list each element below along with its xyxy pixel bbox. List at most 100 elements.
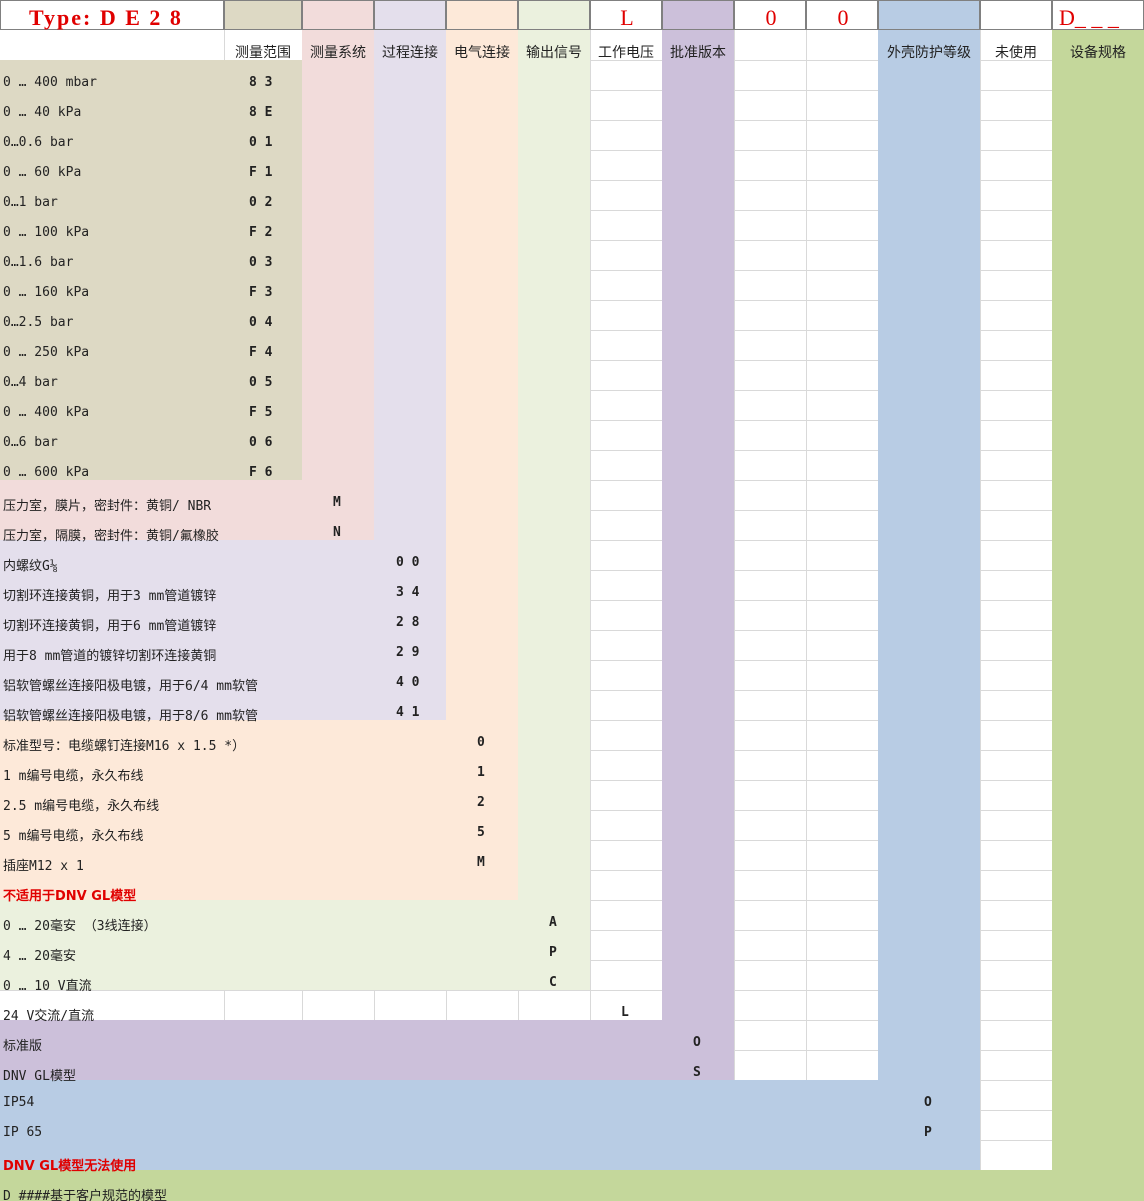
row-label: 5 m编号电缆，永久布线 (3, 829, 144, 844)
row-label: 1 m编号电缆，永久布线 (3, 769, 144, 784)
row-label: D ####基于客户规范的模型 (3, 1189, 167, 1201)
row-label: 0 … 60 kPa (3, 165, 82, 180)
option-code: F 3 (249, 285, 273, 300)
row-label: DNV GL模型 (3, 1069, 76, 1084)
header-code-D: D_ _ _ (1059, 5, 1119, 30)
option-code: 0 2 (249, 195, 273, 210)
header-code-0a: 0 (765, 5, 777, 30)
header-version-cell[interactable] (662, 0, 734, 30)
option-code: 0 4 (249, 315, 273, 330)
row-label: 铝软管螺丝连接阳极电镀，用于6/4 mm软管 (3, 679, 258, 694)
row-label: 用于8 mm管道的镀锌切割环连接黄铜 (3, 649, 217, 664)
row-label: 0 … 250 kPa (3, 345, 90, 360)
option-code: F 4 (249, 345, 273, 360)
row-label: 2.5 m编号电缆，永久布线 (3, 799, 160, 814)
header-voltage-cell[interactable]: L (590, 0, 662, 30)
row-label-warning: 不适用于DNV GL模型 (3, 889, 137, 904)
header-code-0b: 0 (837, 5, 849, 30)
option-code: P (549, 945, 557, 960)
band-protection-col (878, 30, 980, 1170)
header-code-L: L (620, 5, 634, 30)
option-code: 2 (477, 795, 485, 810)
header-protection-cell[interactable] (878, 0, 980, 30)
header-range-cell[interactable] (224, 0, 302, 30)
row-label: 0 … 20毫安 （3线连接） (3, 919, 157, 934)
col-title-process: 过程连接 (382, 45, 438, 61)
band-version-rows (0, 1020, 734, 1080)
option-code: 8 3 (249, 75, 273, 90)
type-label: Type: D E 2 8 (29, 5, 183, 30)
option-code: P (924, 1125, 932, 1140)
grid-vline (734, 30, 735, 1201)
option-code: 2 9 (396, 645, 420, 660)
option-code: N (333, 525, 341, 540)
row-label: 0…6 bar (3, 435, 58, 450)
row-label: 0 … 400 mbar (3, 75, 97, 90)
col-title-spec: 设备规格 (1070, 45, 1126, 61)
grid-vline (980, 30, 981, 1201)
row-label: 0 … 10 V直流 (3, 979, 92, 994)
grid-vline (806, 30, 807, 1201)
option-code: 5 (477, 825, 485, 840)
option-code: S (693, 1065, 701, 1080)
option-code: F 5 (249, 405, 273, 420)
option-code: 0 5 (249, 375, 273, 390)
row-label: 24 V交流/直流 (3, 1009, 95, 1024)
row-label: 0 … 600 kPa (3, 465, 90, 480)
option-code: 0 6 (249, 435, 273, 450)
option-code: M (477, 855, 485, 870)
option-code: 1 (477, 765, 485, 780)
header-electrical-cell[interactable] (446, 0, 518, 30)
option-code: 8 E (249, 105, 273, 120)
row-label: 4 … 20毫安 (3, 949, 76, 964)
header-spec-cell[interactable]: D_ _ _ (1052, 0, 1144, 30)
row-label: 0…4 bar (3, 375, 58, 390)
row-label: 标准型号：电缆螺钉连接M16 x 1.5 *） (3, 739, 246, 754)
row-label: IP 65 (3, 1125, 43, 1140)
option-code: F 2 (249, 225, 273, 240)
option-code: 0 3 (249, 255, 273, 270)
row-label: 压力室，隔膜，密封件：黄铜/氟橡胶 (3, 529, 219, 544)
header-process-cell[interactable] (374, 0, 446, 30)
option-code: A (549, 915, 557, 930)
row-label: 插座M12 x 1 (3, 859, 84, 874)
header-zero-cell-1[interactable]: 0 (734, 0, 806, 30)
option-code: 3 4 (396, 585, 420, 600)
option-code: L (621, 1005, 629, 1020)
option-code: O (924, 1095, 932, 1110)
option-code: 0 0 (396, 555, 420, 570)
option-code: 2 8 (396, 615, 420, 630)
row-label: 0…0.6 bar (3, 135, 74, 150)
col-title-system: 测量系统 (310, 45, 366, 61)
band-system-col (302, 30, 374, 540)
band-spec-row (0, 1170, 1144, 1201)
row-label: 0…1 bar (3, 195, 58, 210)
row-label: 0…1.6 bar (3, 255, 74, 270)
band-output-col (518, 30, 590, 990)
header-output-cell[interactable] (518, 0, 590, 30)
option-code: 0 (477, 735, 485, 750)
band-version-col (662, 30, 734, 1080)
row-label: 0 … 100 kPa (3, 225, 90, 240)
row-label: 0 … 400 kPa (3, 405, 90, 420)
header-type-cell[interactable]: Type: D E 2 8 (0, 0, 224, 30)
option-code: F 6 (249, 465, 273, 480)
header-unused-cell[interactable] (980, 0, 1052, 30)
option-code: 4 1 (396, 705, 420, 720)
option-code: 4 0 (396, 675, 420, 690)
row-label: 0…2.5 bar (3, 315, 74, 330)
option-code: O (693, 1035, 701, 1050)
col-title-voltage: 工作电压 (598, 45, 654, 61)
option-code: 0 1 (249, 135, 273, 150)
col-title-version: 批准版本 (670, 45, 726, 61)
band-protection-rows (0, 1080, 980, 1170)
col-title-output: 输出信号 (526, 45, 582, 61)
col-title-range: 测量范围 (235, 45, 291, 61)
row-label-warning: DNV GL模型无法使用 (3, 1159, 137, 1174)
option-code: M (333, 495, 341, 510)
row-label: 切割环连接黄铜，用于6 mm管道镀锌 (3, 619, 217, 634)
header-system-cell[interactable] (302, 0, 374, 30)
row-label: 标准版 (3, 1039, 43, 1054)
header-zero-cell-2[interactable]: 0 (806, 0, 878, 30)
col-title-protection: 外壳防护等级 (887, 45, 971, 61)
